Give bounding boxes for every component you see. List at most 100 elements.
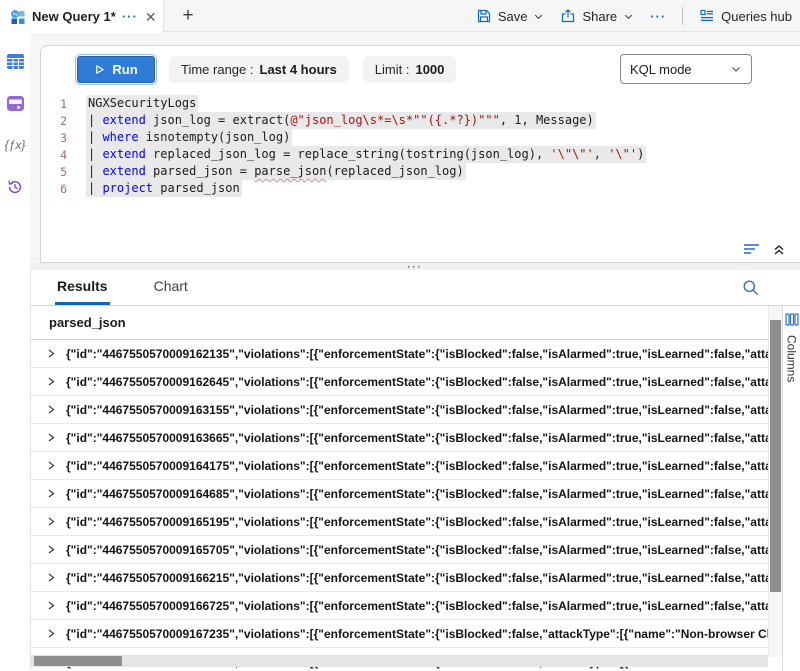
query-tab-bar: New Query 1* ··· ✕ + Save [0,0,800,32]
horizontal-scrollbar-thumb[interactable] [34,656,122,666]
expand-row-chevron-icon[interactable] [46,572,56,583]
expand-row-chevron-icon[interactable] [46,628,56,639]
editor-tools [743,242,786,256]
collapse-chevrons-icon[interactable] [772,242,786,256]
expand-row-chevron-icon[interactable] [46,544,56,555]
tab-more-menu[interactable]: ··· [122,9,138,24]
row-json-text: {"id":"4467550570009162645","violations"… [66,375,768,389]
row-json-text: {"id":"4467550570009167235","violations"… [66,627,768,641]
row-json-text: {"id":"4467550570009165705","violations"… [66,543,768,557]
table-row[interactable]: {"id":"4467550570009163665","violations"… [31,424,768,452]
expand-row-chevron-icon[interactable] [46,404,56,415]
code-line[interactable]: 2 | extend json_log = extract(@"json_log… [41,112,800,129]
vertical-scrollbar[interactable] [768,306,782,657]
adx-web-ui: New Query 1* ··· ✕ + Save [0,0,800,671]
code-text: NGXSecurityLogs [86,95,198,112]
share-button[interactable]: Share [560,8,634,24]
code-text: | project parsed_json [86,180,242,197]
table-icon[interactable] [5,52,25,70]
column-header-parsed-json[interactable]: parsed_json [31,306,768,340]
pane-splitter[interactable]: ··· [30,263,800,270]
splitter-grip-icon: ··· [408,264,423,270]
table-row[interactable]: {"id":"4467550570009163155","violations"… [31,396,768,424]
chevron-down-icon [730,63,742,75]
table-row[interactable]: {"id":"4467550570009162135","violations"… [31,340,768,368]
expand-row-chevron-icon[interactable] [46,432,56,443]
row-json-text: {"id":"4467550570009166215","violations"… [66,571,768,585]
line-number: 2 [41,112,67,129]
query-panel: Run Time range : Last 4 hours Limit : 10… [30,32,800,263]
vertical-scrollbar-thumb[interactable] [770,320,781,592]
code-line[interactable]: 6 | project parsed_json [41,180,800,197]
table-row[interactable]: {"id":"4467550570009167235","violations"… [31,620,768,648]
table-row[interactable]: {"id":"4467550570009165195","violations"… [31,508,768,536]
row-json-text: {"id":"4467550570009164685","violations"… [66,487,768,501]
code-line[interactable]: 1 NGXSecurityLogs [41,95,800,112]
adx-app-icon [10,9,26,25]
code-lines: 1 NGXSecurityLogs 2 | extend json_log = … [41,95,800,197]
columns-panel-label: Columns [785,335,799,382]
table-row[interactable]: {"id":"4467550570009164175","violations"… [31,452,768,480]
tab-chart[interactable]: Chart [152,270,190,305]
time-range-label: Time range : [181,62,254,77]
expand-row-chevron-icon[interactable] [46,488,56,499]
search-icon[interactable] [741,278,760,302]
row-json-text: {"id":"4467550570009165195","violations"… [66,515,768,529]
row-json-text: {"id":"4467550570009164175","violations"… [66,459,768,473]
command-bar: Save Share ··· [476,0,792,32]
more-commands-button[interactable]: ··· [650,9,666,24]
queries-hub-icon [699,8,715,24]
table-row[interactable]: {"id":"4467550570009162645","violations"… [31,368,768,396]
queries-hub-label: Queries hub [721,9,792,24]
expand-row-chevron-icon[interactable] [46,516,56,527]
row-json-text: {"id":"4467550570009162135","violations"… [66,347,768,361]
tab-results[interactable]: Results [55,270,110,305]
horizontal-scrollbar[interactable] [31,655,768,667]
new-tab-button[interactable]: + [176,4,200,28]
history-icon[interactable] [5,178,25,196]
chevron-down-icon [623,11,634,22]
expand-row-chevron-icon[interactable] [46,348,56,359]
queries-hub-button[interactable]: Queries hub [699,8,792,24]
time-range-value: Last 4 hours [260,62,337,77]
code-line[interactable]: 5 | extend parsed_json = parse_json(repl… [41,163,800,180]
chevron-down-icon [533,11,544,22]
tab-close-icon[interactable]: ✕ [145,10,157,24]
share-icon [560,8,576,24]
function-icon[interactable]: {ƒx} [5,136,25,154]
line-number: 1 [41,95,67,112]
save-icon [476,8,492,24]
columns-side-panel[interactable]: Columns [782,306,800,671]
table-row[interactable]: {"id":"4467550570009166215","violations"… [31,564,768,592]
tab-new-query-1[interactable]: New Query 1* ··· ✕ [0,0,164,33]
columns-icon [785,313,799,326]
code-text: | extend replaced_json_log = replace_str… [86,146,646,163]
query-doc-icon[interactable] [5,94,25,112]
line-number: 4 [41,146,67,163]
limit-label: Limit : [375,62,410,77]
row-json-text: {"id":"4467550570009163665","violations"… [66,431,768,445]
tab-title: New Query 1* [32,9,116,24]
limit-picker[interactable]: Limit : 1000 [363,56,457,83]
kql-code-editor[interactable]: 1 NGXSecurityLogs 2 | extend json_log = … [41,95,800,197]
filter-lines-icon[interactable] [743,242,760,256]
query-mode-value: KQL mode [630,62,692,77]
code-line[interactable]: 4 | extend replaced_json_log = replace_s… [41,146,800,163]
save-label: Save [498,9,528,24]
query-mode-select[interactable]: KQL mode [620,54,752,84]
share-label: Share [582,9,617,24]
line-number: 3 [41,129,67,146]
expand-row-chevron-icon[interactable] [46,376,56,387]
run-button[interactable]: Run [77,56,155,83]
grid-rows: {"id":"4467550570009162135","violations"… [31,340,800,671]
code-line[interactable]: 3 | where isnotempty(json_log) [41,129,800,146]
time-range-picker[interactable]: Time range : Last 4 hours [169,56,349,83]
table-row[interactable]: {"id":"4467550570009166725","violations"… [31,592,768,620]
expand-row-chevron-icon[interactable] [46,600,56,611]
table-row[interactable]: {"id":"4467550570009164685","violations"… [31,480,768,508]
expand-row-chevron-icon[interactable] [46,460,56,471]
table-row[interactable]: {"id":"4467550570009165705","violations"… [31,536,768,564]
left-nav-sidebar: {ƒx} [0,32,30,671]
save-button[interactable]: Save [476,8,545,24]
code-text: | extend parsed_json = parse_json(replac… [86,163,466,180]
